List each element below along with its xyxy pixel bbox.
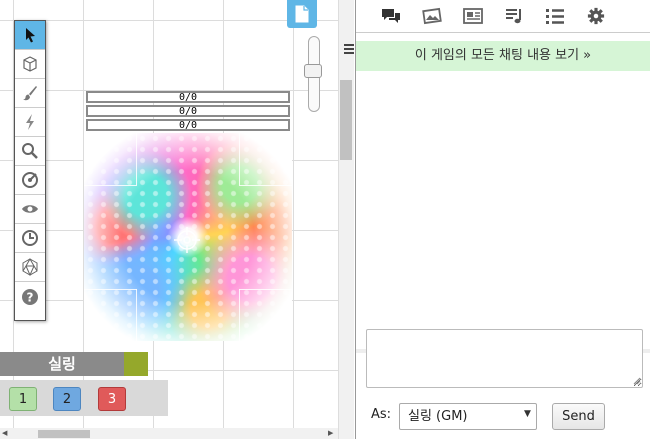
send-button[interactable]: Send [552,403,605,430]
svg-text:?: ? [27,290,34,304]
tab-journal[interactable] [452,0,493,33]
vertical-scrollbar[interactable] [338,0,354,439]
tab-art-library[interactable] [411,0,452,33]
tool-draw[interactable] [15,79,45,108]
tab-jukebox[interactable] [493,0,534,33]
eye-icon [22,205,38,213]
page-icon [295,5,309,23]
token-bar-2[interactable]: 0/0 [86,105,290,117]
lightning-icon [26,114,34,130]
dice-target-icon [22,172,38,188]
chevron-down-icon: ▼ [524,409,531,419]
chat-message-input[interactable] [366,329,643,388]
vertical-scrollbar-thumb[interactable] [340,80,352,160]
d20-icon [22,258,38,276]
nameplate-color-swatch [124,352,148,376]
token-nameplate: 실링 [0,352,124,376]
chat-archive-link[interactable]: 이 게임의 모든 채팅 내용 보기 » [356,41,650,71]
tool-palette: ? [14,20,46,321]
tool-fog[interactable] [15,195,45,224]
speak-as-select[interactable]: 실링 (GM) [399,403,537,430]
help-icon: ? [22,288,38,305]
zoom-slider-thumb[interactable] [304,64,322,78]
macro-button-3[interactable]: 3 [98,387,126,411]
tool-dice[interactable] [15,253,45,282]
cube-icon [23,56,37,72]
macro-button-2[interactable]: 2 [53,387,81,411]
token-bar-3[interactable]: 0/0 [86,119,290,131]
magnifier-icon [22,143,38,159]
tool-layers[interactable] [15,50,45,79]
tool-turn-tracker[interactable] [15,224,45,253]
compendium-list-icon [545,9,564,24]
jukebox-icon [505,9,521,24]
art-library-icon [421,7,442,25]
crosshair-icon [174,227,200,253]
token-image[interactable] [84,133,292,341]
chat-bubbles-icon [381,9,400,23]
app-window: ? 0/0 0/0 0/0 실링 1 2 3 ◀ ▶ 이 게임의 모든 채팅 내… [0,0,650,439]
chat-log [356,71,650,347]
horizontal-scrollbar-thumb[interactable] [38,430,90,438]
tab-chat[interactable] [370,0,411,33]
sidebar-collapse-grip-icon[interactable] [344,44,354,56]
clock-icon [22,230,38,246]
textarea-resize-icon[interactable] [633,377,641,385]
right-sidebar: 이 게임의 모든 채팅 내용 보기 » As: 실링 (GM) ▼ Send [355,0,650,439]
settings-gear-icon [587,7,604,25]
journal-icon [462,8,483,24]
tool-measure[interactable] [15,166,45,195]
macro-button-1[interactable]: 1 [9,387,37,411]
select-arrow-icon [26,28,35,43]
token-bar-1[interactable]: 0/0 [86,91,290,103]
brush-icon [23,86,37,101]
scroll-left-arrow-icon[interactable]: ◀ [2,429,7,437]
page-toolbar-button[interactable] [287,0,317,28]
sidebar-tabs [356,0,650,33]
tab-compendium[interactable] [534,0,575,33]
speak-as-label: As: [371,407,392,422]
map-canvas[interactable]: ? 0/0 0/0 0/0 실링 1 2 3 ◀ ▶ [0,0,338,439]
tool-zoom[interactable] [15,137,45,166]
tool-ping[interactable] [15,108,45,137]
tool-select[interactable] [15,21,45,50]
scroll-right-arrow-icon[interactable]: ▶ [328,429,333,437]
tool-help[interactable]: ? [15,282,45,311]
tab-settings[interactable] [575,0,616,33]
